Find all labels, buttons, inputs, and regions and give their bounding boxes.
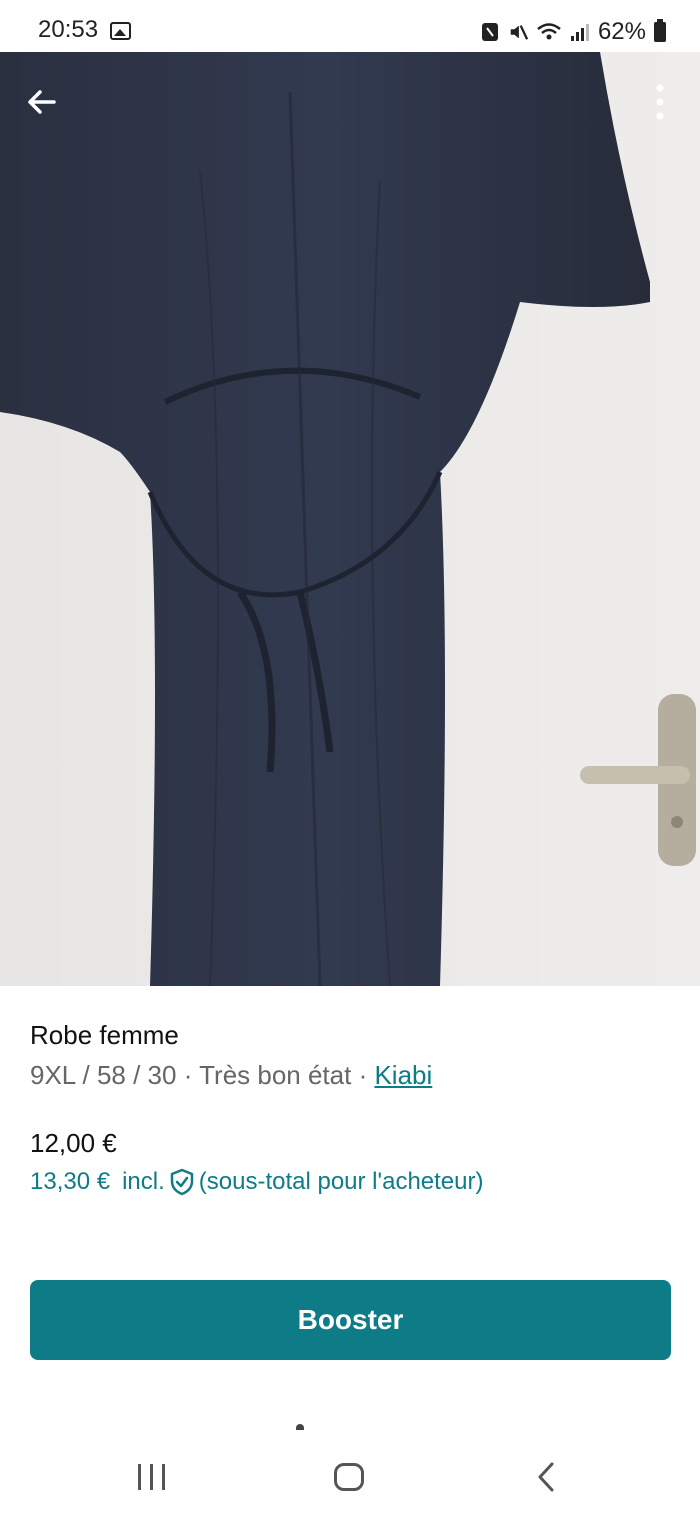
brand-link[interactable]: Kiabi bbox=[374, 1060, 432, 1090]
signal-icon bbox=[570, 24, 589, 41]
status-icons: 62% bbox=[480, 18, 666, 46]
recent-apps-icon[interactable] bbox=[138, 1464, 168, 1490]
dress-photo bbox=[0, 52, 700, 986]
more-vertical-icon[interactable] bbox=[648, 80, 672, 124]
item-title: Robe femme bbox=[30, 1020, 179, 1050]
back-arrow-icon[interactable] bbox=[20, 80, 64, 124]
nav-back-icon[interactable] bbox=[534, 1462, 558, 1492]
price-with-protection[interactable]: 13,30 € incl. (sous-total pour l'acheteu… bbox=[30, 1168, 483, 1196]
battery-percent: 62% bbox=[597, 18, 646, 45]
item-price: 12,00 € bbox=[30, 1128, 117, 1158]
shield-check-icon bbox=[170, 1168, 194, 1196]
price-incl-note: (sous-total pour l'acheteur) bbox=[198, 1168, 484, 1195]
wifi-icon bbox=[537, 23, 561, 40]
status-time: 20:53 bbox=[38, 16, 99, 43]
nfc-icon bbox=[481, 23, 498, 41]
price-incl-label: incl. bbox=[122, 1168, 165, 1195]
battery-icon bbox=[654, 19, 666, 42]
android-nav-bar bbox=[0, 1430, 700, 1517]
price-incl-amount: 13,30 € bbox=[30, 1168, 111, 1195]
item-meta: 9XL / 58 / 30 · Très bon état · Kiabi bbox=[30, 1060, 432, 1091]
gallery-icon bbox=[110, 22, 131, 40]
home-icon[interactable] bbox=[334, 1463, 364, 1491]
mute-icon bbox=[510, 25, 528, 40]
item-size-condition: 9XL / 58 / 30 · Très bon état · bbox=[30, 1060, 375, 1090]
booster-button[interactable]: Booster bbox=[30, 1280, 671, 1360]
item-photo[interactable] bbox=[0, 52, 700, 986]
status-bar: 20:53 62% bbox=[0, 0, 700, 52]
